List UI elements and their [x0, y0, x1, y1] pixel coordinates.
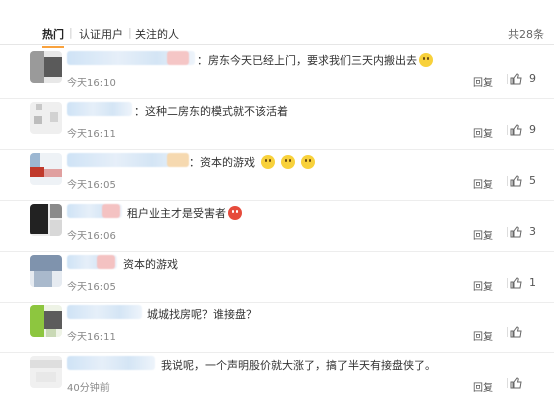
reply-button[interactable]: 回复	[473, 74, 493, 89]
divider	[507, 226, 508, 237]
reply-button[interactable]: 回复	[473, 227, 493, 242]
username-blurred[interactable]	[67, 51, 195, 65]
thumbs-up-icon	[510, 276, 522, 288]
comment-text: ：资本的游戏	[189, 154, 315, 170]
username-blurred[interactable]	[67, 255, 117, 269]
reply-button[interactable]: 回复	[473, 176, 493, 191]
divider	[507, 124, 508, 135]
comment-tabs: 热门 | 认证用户 | 关注的人 共28条	[0, 0, 554, 48]
comment-text: 我说呢，一个声明股价就大涨了，搞了半天有接盘侠了。	[161, 359, 436, 372]
avatar[interactable]	[30, 305, 62, 337]
like-count: 3	[529, 225, 536, 238]
like-count: 9	[529, 72, 536, 85]
comment-time: 今天16:06	[67, 231, 116, 242]
username-blurred[interactable]	[67, 305, 142, 319]
thumbs-up-icon	[510, 326, 522, 338]
avatar[interactable]	[30, 153, 62, 185]
username-blurred[interactable]	[67, 153, 189, 167]
tab-separator: |	[128, 26, 132, 39]
comment-time: 今天16:10	[67, 78, 116, 89]
comment-time: 40分钟前	[67, 383, 110, 394]
like-button[interactable]	[506, 377, 529, 389]
username-blurred[interactable]	[67, 204, 122, 218]
comment-time: 今天16:11	[67, 129, 116, 140]
reply-button[interactable]: 回复	[473, 328, 493, 343]
username-blurred[interactable]	[67, 356, 155, 370]
like-count: 5	[529, 174, 536, 187]
avatar[interactable]	[30, 255, 62, 287]
like-button[interactable]: 9	[506, 72, 536, 85]
avatar[interactable]	[30, 204, 62, 236]
reply-button[interactable]: 回复	[473, 278, 493, 293]
tab-verified-users[interactable]: 认证用户	[79, 26, 123, 42]
comment-text: 资本的游戏	[123, 258, 178, 271]
thumbs-up-icon	[510, 123, 522, 135]
comment-total-count: 共28条	[508, 28, 544, 41]
thumbs-up-icon	[510, 72, 522, 84]
comment-item: ：资本的游戏 今天16:05 回复 5	[0, 150, 554, 201]
comment-item: 我说呢，一个声明股价就大涨了，搞了半天有接盘侠了。 40分钟前 回复	[0, 353, 554, 401]
yawn-emoji-icon	[261, 155, 275, 169]
divider	[507, 73, 508, 84]
username-blurred[interactable]	[67, 102, 132, 116]
cry-emoji-icon	[419, 53, 433, 67]
comment-time: 今天16:05	[67, 180, 116, 191]
like-count: 1	[529, 276, 536, 289]
comment-text: ：这种二房东的模式就不该活着	[134, 105, 288, 118]
like-button[interactable]: 1	[506, 276, 536, 289]
comment-item: 租户业主才是受害者 今天16:06 回复 3	[0, 201, 554, 252]
tab-separator: |	[69, 26, 73, 39]
comment-time: 今天16:05	[67, 282, 116, 293]
like-button[interactable]: 9	[506, 123, 536, 136]
avatar[interactable]	[30, 102, 62, 134]
comment-item: 资本的游戏 今天16:05 回复 1	[0, 252, 554, 303]
thumbs-up-icon	[510, 377, 522, 389]
comment-text: ：房东今天已经上门，要求我们三天内搬出去	[197, 52, 433, 68]
divider	[507, 277, 508, 288]
avatar[interactable]	[30, 51, 62, 83]
reply-button[interactable]: 回复	[473, 379, 493, 394]
like-button[interactable]: 3	[506, 225, 536, 238]
reply-button[interactable]: 回复	[473, 125, 493, 140]
comment-item: ：房东今天已经上门，要求我们三天内搬出去 今天16:10 回复 9	[0, 48, 554, 99]
like-button[interactable]: 5	[506, 174, 536, 187]
divider	[507, 378, 508, 388]
comment-item: 城城找房呢？谁接盘？ 今天16:11 回复	[0, 302, 554, 353]
comment-item: ：这种二房东的模式就不该活着 今天16:11 回复 9	[0, 99, 554, 150]
thumbs-up-icon	[510, 225, 522, 237]
avatar[interactable]	[30, 356, 62, 388]
angry-emoji-icon	[228, 206, 242, 220]
yawn-emoji-icon	[281, 155, 295, 169]
divider	[507, 327, 508, 337]
like-button[interactable]	[506, 326, 529, 338]
comment-text: 租户业主才是受害者	[127, 205, 242, 221]
comment-text: 城城找房呢？谁接盘？	[147, 308, 257, 321]
like-count: 9	[529, 123, 536, 136]
comment-time: 今天16:11	[67, 332, 116, 343]
yawn-emoji-icon	[301, 155, 315, 169]
tab-hot[interactable]: 热门	[42, 26, 64, 48]
divider	[507, 175, 508, 186]
tab-following[interactable]: 关注的人	[135, 26, 179, 42]
thumbs-up-icon	[510, 174, 522, 186]
